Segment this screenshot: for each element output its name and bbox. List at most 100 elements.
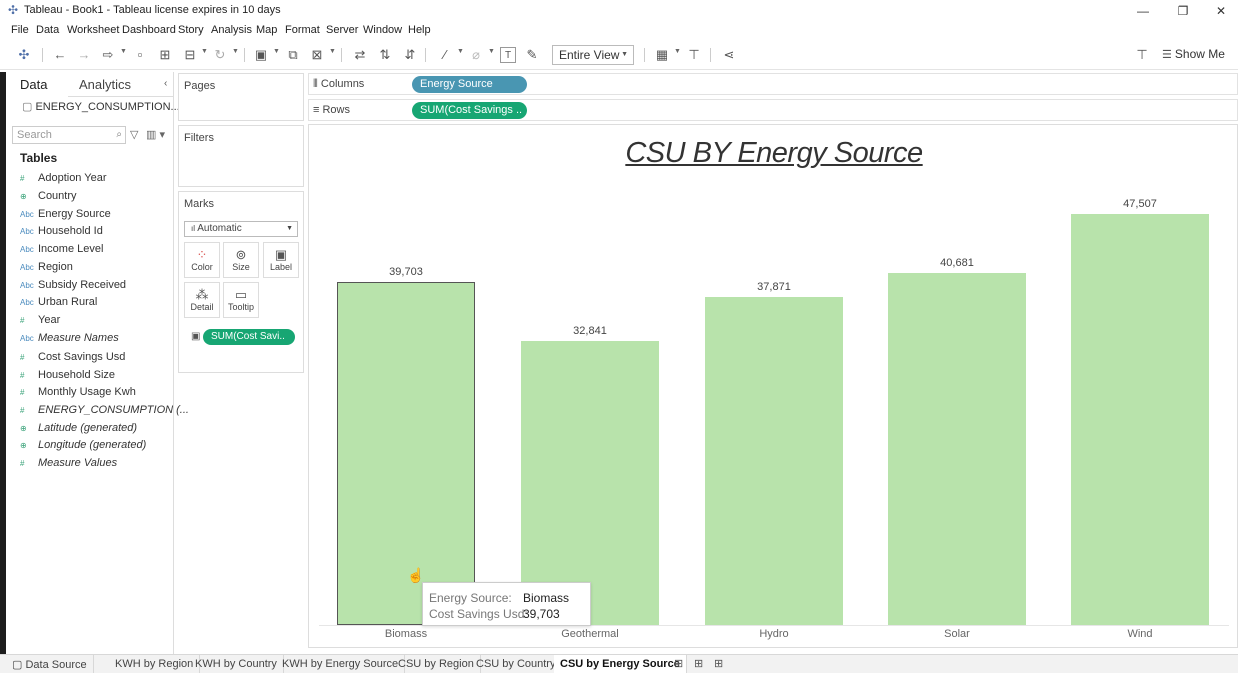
tab-csu-by-energy-source[interactable]: CSU by Energy Source	[554, 655, 687, 673]
show-me-button[interactable]: ☰ Show Me	[1162, 47, 1225, 61]
label-button[interactable]: ▣ Label	[263, 242, 299, 278]
view-options-icon[interactable]: ▥ ▾	[146, 128, 165, 141]
replay-dropdown-icon[interactable]: ▼	[120, 48, 127, 55]
rows-pill-cost-savings[interactable]: SUM(Cost Savings ..	[412, 102, 527, 119]
columns-pill-energy-source[interactable]: Energy Source	[412, 76, 527, 93]
field-energy-source[interactable]: Abc Energy Source	[20, 208, 111, 224]
show-cards-dropdown-icon[interactable]: ▼	[674, 48, 681, 55]
tab-data-source[interactable]: ▢ Data Source	[6, 655, 94, 673]
field-urban-rural[interactable]: Abc Urban Rural	[20, 296, 97, 312]
pages-card[interactable]: Pages	[178, 73, 304, 121]
category-label[interactable]: Hydro	[704, 628, 844, 640]
category-label[interactable]: Wind	[1070, 628, 1210, 640]
fit-view-select[interactable]: Entire View ▼	[552, 45, 634, 65]
datasource-item[interactable]: ▢ ENERGY_CONSUMPTION...	[22, 100, 180, 113]
category-label[interactable]: Solar	[887, 628, 1027, 640]
bar-biomass[interactable]	[337, 281, 475, 625]
menu-file[interactable]: File	[11, 24, 29, 36]
highlight-dropdown-icon[interactable]: ▼	[457, 48, 464, 55]
highlight-icon[interactable]: ∕	[437, 47, 453, 63]
new-worksheet-dropdown-icon[interactable]: ▼	[273, 48, 280, 55]
field-measure-names[interactable]: Abc Measure Names	[20, 332, 119, 348]
field-region[interactable]: Abc Region	[20, 261, 73, 277]
restore-button[interactable]: ❐	[1168, 2, 1198, 20]
replay-icon[interactable]: ⇨	[100, 47, 116, 63]
tab-kwh-by-region[interactable]: KWH by Region	[109, 655, 201, 673]
tab-kwh-by-country[interactable]: KWH by Country	[189, 655, 284, 673]
detail-button[interactable]: ⁂ Detail	[184, 282, 220, 318]
new-worksheet-icon[interactable]: ⊞	[674, 657, 683, 670]
field-cost-savings-usd[interactable]: # Cost Savings Usd	[20, 351, 125, 367]
field-household-size[interactable]: # Household Size	[20, 369, 115, 385]
group-members-icon[interactable]: ⌀	[468, 47, 484, 63]
field-longitude[interactable]: ⊕ Longitude (generated)	[20, 439, 146, 455]
field-measure-values[interactable]: # Measure Values	[20, 457, 117, 473]
search-input[interactable]: Search ⌕	[12, 126, 126, 144]
pause-dropdown-icon[interactable]: ▼	[201, 48, 208, 55]
clear-sheet-icon[interactable]: ⊠	[309, 47, 325, 63]
field-year[interactable]: # Year	[20, 314, 60, 330]
size-button[interactable]: ⊚ Size	[223, 242, 259, 278]
group-dropdown-icon[interactable]: ▼	[488, 48, 495, 55]
category-label[interactable]: Geothermal	[520, 628, 660, 640]
color-button[interactable]: ⁘ Color	[184, 242, 220, 278]
show-cards-icon[interactable]: ▦	[654, 47, 670, 63]
sort-ascending-icon[interactable]: ⇅	[377, 47, 393, 63]
swap-rows-columns-icon[interactable]: ⇄	[352, 47, 368, 63]
field-subsidy-received[interactable]: Abc Subsidy Received	[20, 279, 126, 295]
tab-csu-by-country[interactable]: CSU by Country	[470, 655, 563, 673]
bar-wind[interactable]	[1071, 214, 1209, 625]
save-icon[interactable]: ▫	[132, 47, 148, 63]
bar-hydro[interactable]	[705, 297, 843, 625]
redo-icon[interactable]: →	[76, 47, 92, 63]
filters-card[interactable]: Filters	[178, 125, 304, 187]
minimize-button[interactable]: —	[1128, 2, 1158, 20]
new-datasource-icon[interactable]: ⊞	[157, 47, 173, 63]
fix-axes-icon[interactable]: ✎	[524, 47, 540, 63]
new-story-icon[interactable]: ⊞	[714, 657, 723, 670]
sort-descending-icon[interactable]: ⇵	[402, 47, 418, 63]
format-painter-icon[interactable]: ⊤	[1134, 47, 1150, 63]
rows-shelf[interactable]: ≡ Rows SUM(Cost Savings ..	[308, 99, 1238, 121]
clear-dropdown-icon[interactable]: ▼	[329, 48, 336, 55]
collapse-pane-icon[interactable]: ‹	[164, 78, 167, 89]
menu-map[interactable]: Map	[256, 24, 277, 36]
field-monthly-usage-kwh[interactable]: # Monthly Usage Kwh	[20, 386, 136, 402]
share-icon[interactable]: ⋖	[721, 47, 737, 63]
mark-type-select[interactable]: ıl Automatic ▼	[184, 221, 298, 237]
new-dashboard-icon[interactable]: ⊞	[694, 657, 703, 670]
menu-help[interactable]: Help	[408, 24, 431, 36]
tooltip-button[interactable]: ▭ Tooltip	[223, 282, 259, 318]
menu-format[interactable]: Format	[285, 24, 320, 36]
category-label[interactable]: Biomass	[336, 628, 476, 640]
filter-icon[interactable]: ▽	[130, 128, 138, 141]
field-energy-consumption-count[interactable]: # ENERGY_CONSUMPTION (...	[20, 404, 189, 420]
tab-analytics[interactable]: Analytics	[79, 77, 131, 92]
bar-solar[interactable]	[888, 273, 1026, 625]
columns-shelf[interactable]: ⦀ Columns Energy Source	[308, 73, 1238, 95]
refresh-dropdown-icon[interactable]: ▼	[232, 48, 239, 55]
undo-icon[interactable]: ←	[52, 47, 68, 63]
menu-window[interactable]: Window	[363, 24, 402, 36]
label-measure-pill[interactable]: SUM(Cost Savi..	[203, 329, 295, 345]
duplicate-sheet-icon[interactable]: ⧉	[285, 47, 301, 63]
refresh-icon[interactable]: ↻	[212, 47, 228, 63]
field-adoption-year[interactable]: # Adoption Year	[20, 172, 107, 188]
menu-server[interactable]: Server	[326, 24, 358, 36]
close-button[interactable]: ✕	[1206, 2, 1236, 20]
field-income-level[interactable]: Abc Income Level	[20, 243, 103, 259]
pause-updates-icon[interactable]: ⊟	[182, 47, 198, 63]
menu-story[interactable]: Story	[178, 24, 204, 36]
tab-kwh-by-energy-source[interactable]: KWH by Energy Source	[276, 655, 406, 673]
tableau-home-icon[interactable]: ✣	[16, 47, 32, 63]
field-country[interactable]: ⊕ Country	[20, 190, 77, 206]
new-worksheet-icon[interactable]: ▣	[253, 47, 269, 63]
field-household-id[interactable]: Abc Household Id	[20, 225, 103, 241]
menu-data[interactable]: Data	[36, 24, 59, 36]
menu-worksheet[interactable]: Worksheet	[67, 24, 119, 36]
tab-data[interactable]: Data	[20, 77, 47, 92]
menu-dashboard[interactable]: Dashboard	[122, 24, 176, 36]
presentation-mode-icon[interactable]: ⊤	[686, 47, 702, 63]
menu-analysis[interactable]: Analysis	[211, 24, 252, 36]
show-mark-labels-icon[interactable]: T	[500, 47, 516, 63]
